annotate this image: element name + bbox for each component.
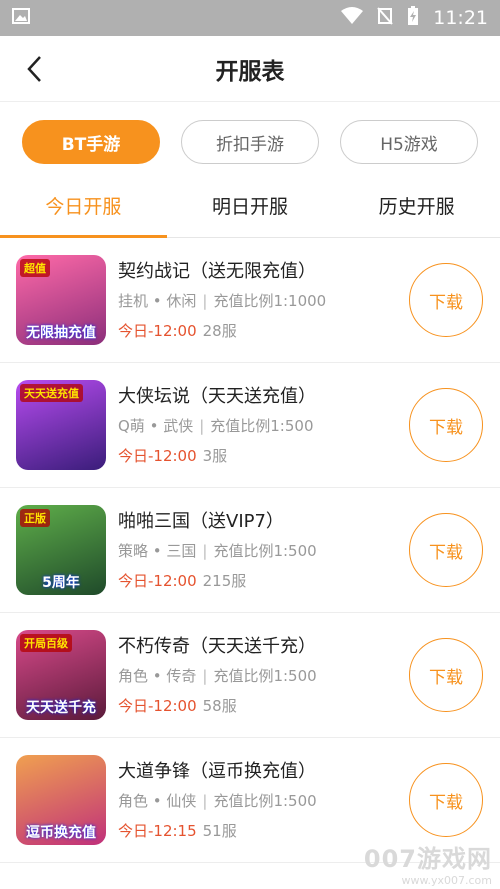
server-list: 超值 无限抽充值 契约战记（送无限充值） 挂机 • 休闲 | 充值比例1:1000 … <box>0 238 500 863</box>
game-genre: Q萌 • 武侠 <box>118 417 194 435</box>
game-genre: 策略 • 三国 <box>118 542 197 560</box>
list-item[interactable]: 开局百级 天天送千充 不朽传奇（天天送千充） 角色 • 传奇 | 充值比例1:500… <box>0 613 500 738</box>
game-icon[interactable]: 正版 5周年 <box>16 505 106 595</box>
download-button[interactable]: 下载 <box>409 638 483 712</box>
filter-bt-games[interactable]: BT手游 <box>22 120 160 164</box>
download-button[interactable]: 下载 <box>409 263 483 337</box>
download-button[interactable]: 下载 <box>409 388 483 462</box>
server-number: 58服 <box>202 697 237 715</box>
icon-tag: 超值 <box>20 259 50 277</box>
server-number: 51服 <box>202 822 237 840</box>
watermark-url: www.yx007.com <box>401 874 492 887</box>
icon-caption: 逗币换充值 <box>26 825 96 841</box>
server-number: 3服 <box>202 447 228 465</box>
divider: | <box>202 667 208 685</box>
tab-history[interactable]: 历史开服 <box>333 174 500 237</box>
recharge-ratio: 充值比例1:500 <box>210 417 314 435</box>
download-button[interactable]: 下载 <box>409 513 483 587</box>
game-genre: 挂机 • 休闲 <box>118 292 197 310</box>
clock-time: 11:21 <box>433 7 488 29</box>
recharge-ratio: 充值比例1:1000 <box>213 292 327 310</box>
tab-tomorrow[interactable]: 明日开服 <box>167 174 334 237</box>
open-time: 今日-12:15 <box>118 822 197 840</box>
icon-tag: 天天送充值 <box>20 384 83 402</box>
divider: | <box>202 792 208 810</box>
divider: | <box>202 542 208 560</box>
icon-caption: 天天送千充 <box>26 700 96 716</box>
list-item[interactable]: 天天送充值 大侠坛说（天天送充值） Q萌 • 武侠 | 充值比例1:500 今日-1… <box>0 363 500 488</box>
filter-discount-games[interactable]: 折扣手游 <box>181 120 319 164</box>
icon-tag: 开局百级 <box>20 634 72 652</box>
open-time: 今日-12:00 <box>118 322 197 340</box>
divider: | <box>202 292 208 310</box>
watermark-brand: 007游戏网 <box>363 845 492 873</box>
server-number: 28服 <box>202 322 237 340</box>
game-genre: 角色 • 仙侠 <box>118 792 197 810</box>
divider: | <box>199 417 205 435</box>
header: 开服表 <box>0 36 500 102</box>
icon-caption: 5周年 <box>42 575 80 591</box>
game-icon[interactable]: 开局百级 天天送千充 <box>16 630 106 720</box>
battery-charging-icon <box>407 5 419 31</box>
list-item[interactable]: 正版 5周年 啪啪三国（送VIP7） 策略 • 三国 | 充值比例1:500 今日-… <box>0 488 500 613</box>
game-icon[interactable]: 超值 无限抽充值 <box>16 255 106 345</box>
page-title: 开服表 <box>215 58 285 85</box>
tab-today[interactable]: 今日开服 <box>0 174 167 238</box>
game-icon[interactable]: 逗币换充值 <box>16 755 106 845</box>
site-watermark: 007游戏网 www.yx007.com <box>364 839 492 887</box>
image-icon <box>12 8 30 28</box>
chevron-left-icon <box>27 56 41 82</box>
open-time: 今日-12:00 <box>118 572 197 590</box>
recharge-ratio: 充值比例1:500 <box>213 667 317 685</box>
no-sim-icon <box>377 6 393 30</box>
list-item[interactable]: 超值 无限抽充值 契约战记（送无限充值） 挂机 • 休闲 | 充值比例1:1000 … <box>0 238 500 363</box>
server-number: 215服 <box>202 572 247 590</box>
wifi-icon <box>341 6 364 30</box>
game-icon[interactable]: 天天送充值 <box>16 380 106 470</box>
filter-h5-games[interactable]: H5游戏 <box>340 120 478 164</box>
category-filter: BT手游 折扣手游 H5游戏 <box>0 102 500 164</box>
icon-caption: 无限抽充值 <box>26 325 96 341</box>
icon-tag: 正版 <box>20 509 50 527</box>
download-button[interactable]: 下载 <box>409 763 483 837</box>
open-time: 今日-12:00 <box>118 697 197 715</box>
open-time: 今日-12:00 <box>118 447 197 465</box>
recharge-ratio: 充值比例1:500 <box>213 792 317 810</box>
game-genre: 角色 • 传奇 <box>118 667 197 685</box>
status-bar: 11:21 <box>0 0 500 36</box>
date-tabs: 今日开服 明日开服 历史开服 <box>0 174 500 238</box>
recharge-ratio: 充值比例1:500 <box>213 542 317 560</box>
back-button[interactable] <box>18 53 50 85</box>
